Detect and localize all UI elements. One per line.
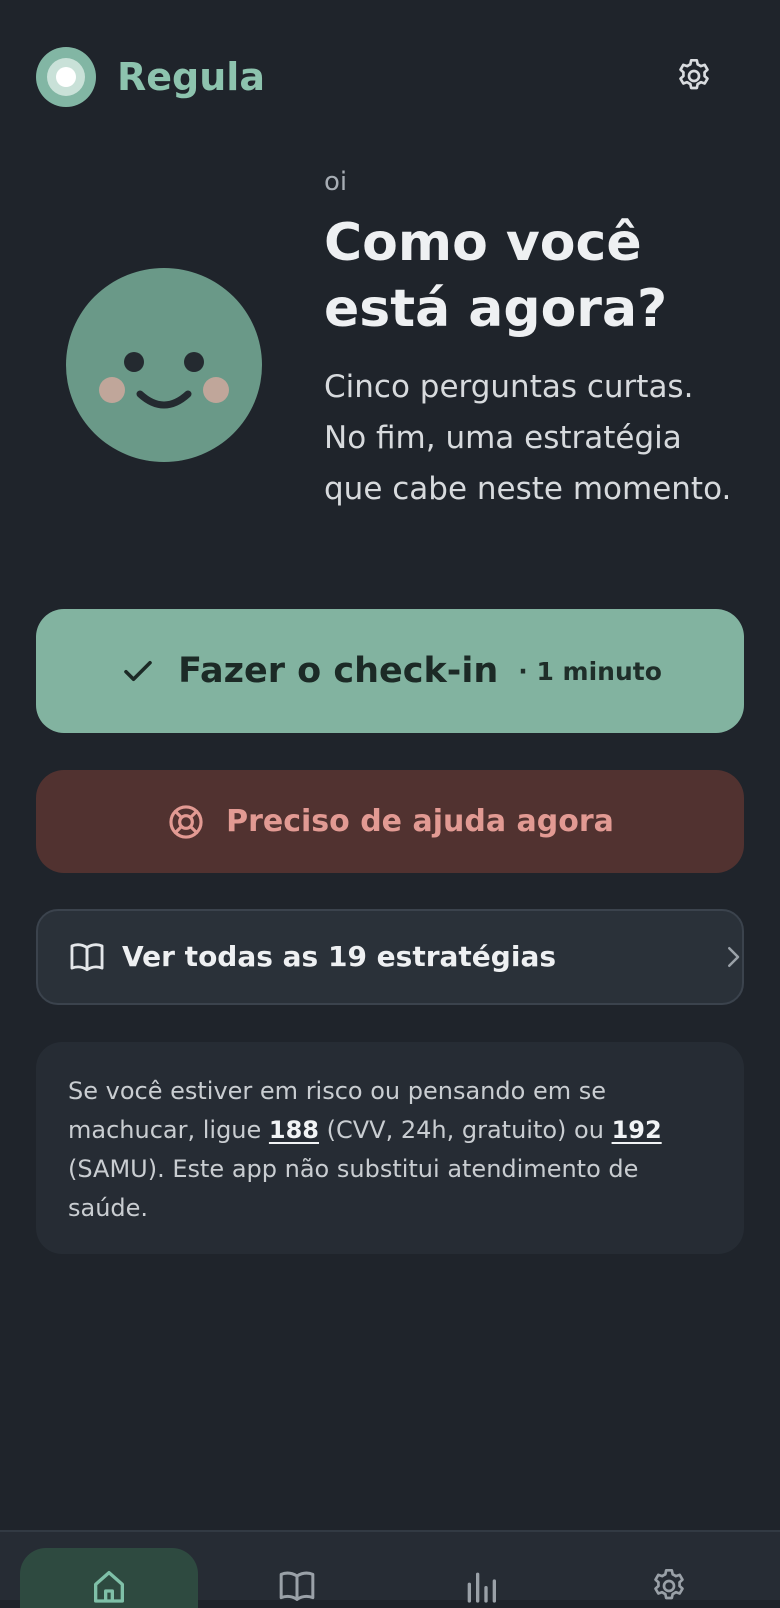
cvv-phone-link[interactable]: 188 (269, 1116, 319, 1144)
crisis-notice: Se você estiver em risco ou pensando em … (36, 1042, 744, 1254)
notice-text-2: (CVV, 24h, gratuito) ou (319, 1116, 612, 1144)
all-strategies-button[interactable]: Ver todas as 19 estratégias (36, 909, 744, 1005)
app-logo (36, 47, 96, 107)
bar-chart-icon (467, 1572, 496, 1603)
page-title: Como você está agora? (324, 213, 668, 339)
logo-dot (56, 67, 76, 87)
help-now-button[interactable]: Preciso de ajuda agora (36, 770, 744, 873)
app-title: Regula (117, 55, 265, 99)
lifebuoy-icon (166, 802, 206, 842)
app-header: Regula (0, 0, 780, 150)
greeting-text: oi (324, 167, 348, 197)
gear-icon (679, 59, 709, 90)
notice-text-3: (SAMU). Este app não substitui atendimen… (68, 1155, 639, 1222)
home-icon (94, 1571, 125, 1603)
gear-icon (654, 1569, 684, 1600)
samu-phone-link[interactable]: 192 (612, 1116, 662, 1144)
checkin-duration: · 1 minuto (518, 656, 662, 686)
book-icon (279, 1571, 315, 1601)
nav-item-library[interactable] (208, 1548, 386, 1608)
nav-item-settings[interactable] (580, 1548, 758, 1608)
all-strategies-label: Ver todas as 19 estratégias (122, 940, 556, 973)
checkin-button[interactable]: Fazer o check-in · 1 minuto (36, 609, 744, 733)
check-icon (118, 651, 158, 691)
nav-item-stats[interactable] (392, 1548, 570, 1608)
page-subtitle: Cinco perguntas curtas. No fim, uma estr… (324, 369, 732, 507)
nav-item-home[interactable] (20, 1548, 198, 1608)
chevron-right-icon (728, 947, 740, 967)
checkin-label: Fazer o check-in (178, 651, 499, 691)
settings-button[interactable] (672, 54, 716, 98)
crisis-notice-text: Se você estiver em risco ou pensando em … (68, 1072, 712, 1228)
book-icon (70, 943, 104, 972)
help-now-label: Preciso de ajuda agora (226, 804, 614, 839)
smiling-face-illustration (64, 266, 264, 464)
bottom-navigation (0, 1530, 780, 1608)
